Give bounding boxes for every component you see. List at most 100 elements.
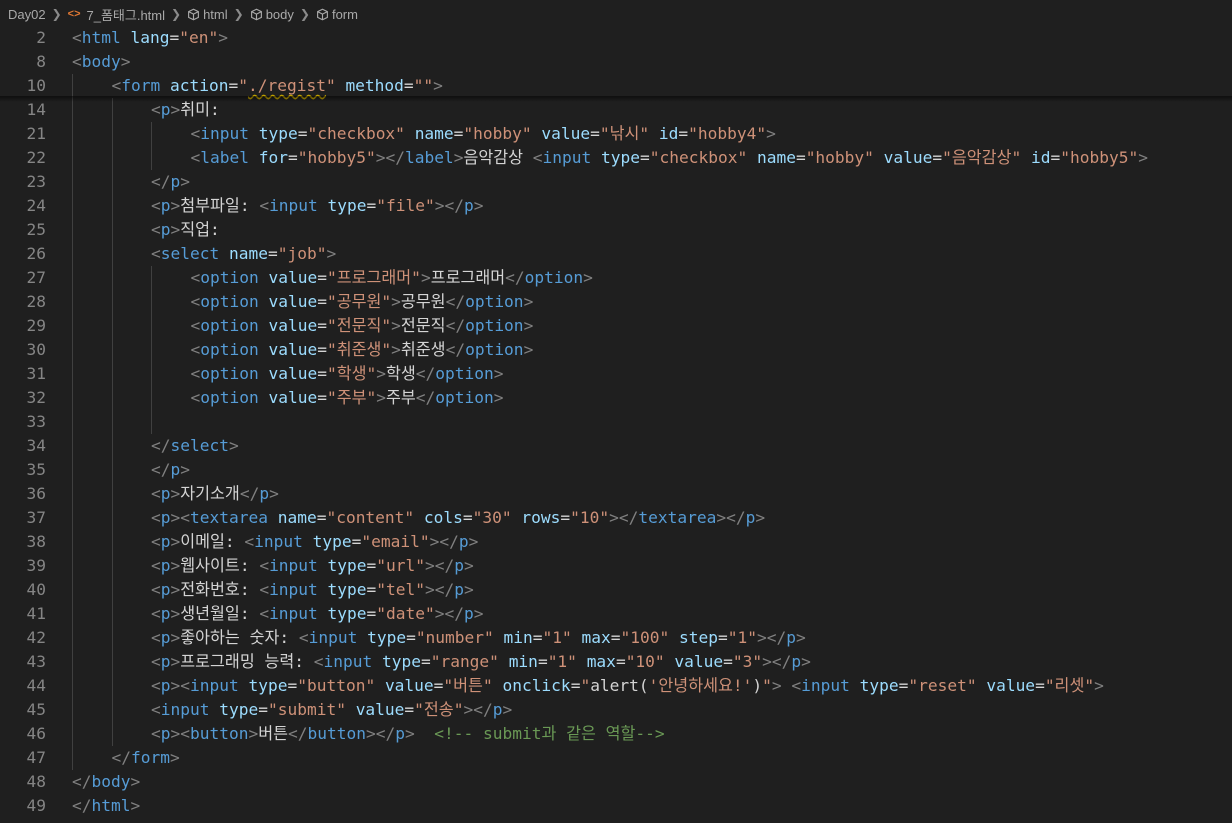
code-token: form [121,76,161,95]
code-line[interactable]: 25 <p>직업: [0,218,1232,242]
code-token: < [190,364,201,383]
indent-guide [72,338,73,362]
code-line[interactable]: 37 <p><textarea name="content" cols="30" … [0,506,1232,530]
code-editor[interactable]: 2 <html lang="en"> 8 <body> 10 <form action="… [0,26,1232,823]
code-token: html [81,28,121,47]
code-token: alert( [590,676,649,695]
code-token: "en" [179,28,219,47]
code-token: "100" [620,628,670,647]
line-number: 40 [26,580,47,599]
code-token: type [258,124,298,143]
code-token: p [160,196,171,215]
code-line[interactable]: 48 </body> [0,770,1232,794]
code-line[interactable]: 34 </select> [0,434,1232,458]
code-token: input [542,148,592,167]
breadcrumb-folder[interactable]: Day02 [8,7,46,22]
code-token: </ [151,436,171,455]
line-content: <p>웹사이트: <input type="url"></p> [46,554,1232,578]
code-line[interactable]: 38 <p>이메일: <input type="email"></p> [0,530,1232,554]
code-token: option [200,316,259,335]
code-token: option [465,292,524,311]
code-token: = [532,628,543,647]
code-line[interactable]: 31 <option value="학생">학생</option> [0,362,1232,386]
code-line[interactable]: 29 <option value="전문직">전문직</option> [0,314,1232,338]
code-line[interactable]: 14 <p>취미: [0,98,1232,122]
code-token: "file" [376,196,435,215]
code-token: > [228,436,239,455]
code-token: > [1138,148,1148,167]
code-line[interactable]: 41 <p>생년월일: <input type="date"></p> [0,602,1232,626]
code-token: value [384,676,434,695]
indent-guide [72,218,73,242]
breadcrumb-item-form[interactable]: form [316,7,358,22]
code-line[interactable]: 8 <body> [0,50,1232,74]
code-token: = [351,532,362,551]
line-content: <input type="checkbox" name="hobby" valu… [46,122,1232,146]
breadcrumb-item-html[interactable]: html [187,7,228,22]
code-line[interactable]: 32 <option value="주부">주부</option> [0,386,1232,410]
code-line[interactable]: 45 <input type="submit" value="전송"></p> [0,698,1232,722]
indent-guide [111,410,113,434]
code-line[interactable]: 35 </p> [0,458,1232,482]
code-line[interactable]: 36 <p>자기소개</p> [0,482,1232,506]
code-token: "email" [361,532,430,551]
code-token: = [404,700,415,719]
code-line[interactable]: 42 <p>좋아하는 숫자: <input type="number" min="… [0,626,1232,650]
line-content: </p> [46,458,1232,482]
code-line[interactable]: 28 <option value="공무원">공무원</option> [0,290,1232,314]
code-token: "주부" [326,388,377,407]
code-token: < [190,316,201,335]
code-token: " [238,76,248,95]
code-token: </ [72,772,92,791]
code-token: = [403,76,414,95]
code-token: = [267,244,278,263]
code-line[interactable]: 2 <html lang="en"> [0,26,1232,50]
code-line[interactable]: 46 <p><button>버튼</button></p> <!-- submit… [0,722,1232,746]
code-token: p [170,172,181,191]
code-line[interactable]: 49 </html> [0,794,1232,818]
breadcrumb-item-body[interactable]: body [250,7,294,22]
code-token: type [248,676,288,695]
code-token: = [317,292,327,311]
code-token: option [465,316,524,335]
breadcrumb-file[interactable]: <> 7_폼태그.html [68,5,165,24]
line-content: <select name="job"> [46,242,1232,266]
code-token: value [355,700,405,719]
code-token: p [160,580,171,599]
line-number: 21 [26,124,47,143]
code-token: < [190,124,201,143]
code-line[interactable]: 22 <label for="hobby5"></label>음악감상 <inpu… [0,146,1232,170]
code-token: input [160,700,210,719]
code-line[interactable]: 26 <select name="job"> [0,242,1232,266]
code-line[interactable]: 40 <p>전화번호: <input type="tel"></p> [0,578,1232,602]
code-token: = [317,388,327,407]
code-line[interactable]: 39 <p>웹사이트: <input type="url"></p> [0,554,1232,578]
indent-guide [111,338,113,362]
indent-guide [111,458,113,482]
code-line[interactable]: 21 <input type="checkbox" name="hobby" va… [0,122,1232,146]
code-line[interactable]: 23 </p> [0,170,1232,194]
code-line[interactable]: 47 </form> [0,746,1232,770]
code-line[interactable]: 44 <p><input type="button" value="버튼" onc… [0,674,1232,698]
code-token: < [151,244,161,263]
code-token: p [160,100,171,119]
code-line[interactable]: 43 <p>프로그래밍 능력: <input type="range" min="… [0,650,1232,674]
indent-guide [72,482,73,506]
code-token: body [91,772,131,791]
code-line[interactable]: 33 [0,410,1232,434]
code-line[interactable]: 24 <p>첨부파일: <input type="file"></p> [0,194,1232,218]
code-token: > [464,556,474,575]
indent-guide [111,530,113,554]
code-line[interactable]: 10 <form action="./regist" method=""> [0,74,1232,98]
code-token: 첨부파일: [180,196,260,215]
code-line[interactable]: 30 <option value="취준생">취준생</option> [0,338,1232,362]
code-line[interactable]: 27 <option value="프로그래머">프로그래머</option> [0,266,1232,290]
code-token: "hobby4" [688,124,767,143]
